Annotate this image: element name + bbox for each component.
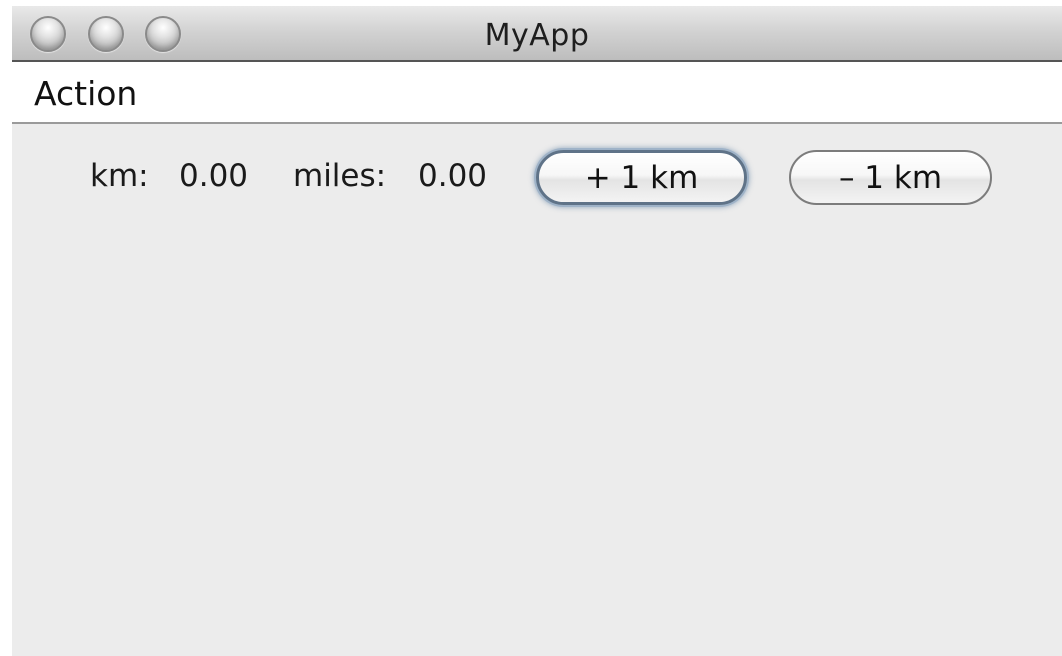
subtract-1-km-button[interactable]: – 1 km <box>789 150 992 205</box>
main-panel: km: 0.00 miles: 0.00 + 1 km – 1 km <box>12 124 1062 656</box>
add-1-km-button[interactable]: + 1 km <box>536 150 747 205</box>
title-bar[interactable]: MyApp <box>12 6 1062 62</box>
km-value: 0.00 <box>179 158 249 194</box>
km-label: km: <box>90 158 149 194</box>
app-window: MyApp Action km: 0.00 miles: 0.00 + 1 km… <box>12 6 1062 656</box>
miles-value: 0.00 <box>418 158 488 194</box>
menu-item-action[interactable]: Action <box>34 74 137 113</box>
miles-label: miles: <box>293 158 387 194</box>
menu-bar: Action <box>12 62 1062 124</box>
window-title: MyApp <box>484 18 590 53</box>
